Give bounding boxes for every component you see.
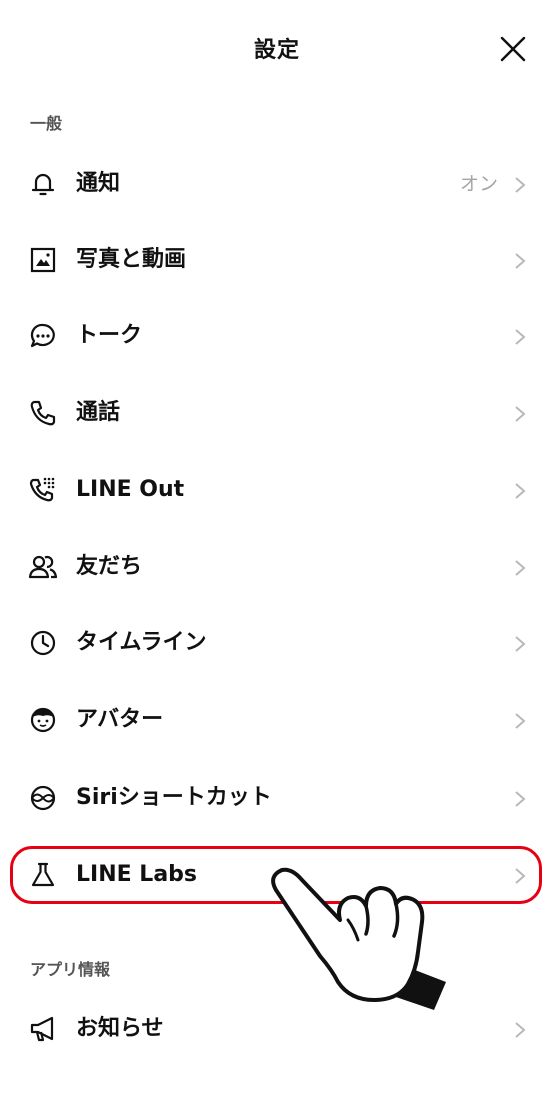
settings-item-label: LINE Out	[76, 477, 185, 502]
settings-item-friends[interactable]: 友だち	[0, 529, 554, 605]
chevron-right-icon	[514, 790, 526, 808]
settings-item-label: 通話	[76, 400, 121, 425]
phone-icon	[28, 398, 58, 428]
settings-item-label: Siriショートカット	[76, 785, 272, 810]
settings-item-label: トーク	[76, 323, 143, 348]
chevron-right-icon	[514, 252, 526, 270]
chevron-right-icon	[514, 559, 526, 577]
photo-icon	[28, 245, 58, 275]
section-label-general: 一般	[30, 114, 63, 133]
flask-icon	[28, 860, 58, 890]
chevron-right-icon	[514, 712, 526, 730]
siri-icon	[28, 783, 58, 813]
settings-item-avatar[interactable]: アバター	[0, 682, 554, 758]
friends-icon	[28, 552, 58, 582]
chat-bubble-icon	[28, 321, 58, 351]
settings-item-line-out[interactable]: LINE Out	[0, 452, 554, 528]
settings-item-label: 友だち	[76, 554, 143, 579]
section-label-app-info: アプリ情報	[30, 960, 111, 979]
chevron-right-icon	[514, 482, 526, 500]
settings-item-label: LINE Labs	[76, 862, 198, 887]
settings-item-calls[interactable]: 通話	[0, 375, 554, 451]
settings-item-label: タイムライン	[76, 630, 207, 655]
settings-item-notifications[interactable]: 通知 オン	[0, 146, 554, 222]
chevron-right-icon	[514, 328, 526, 346]
bell-icon	[28, 169, 58, 199]
chevron-right-icon	[514, 1021, 526, 1039]
settings-item-timeline[interactable]: タイムライン	[0, 605, 554, 681]
settings-item-label: お知らせ	[76, 1016, 164, 1041]
chevron-right-icon	[514, 176, 526, 194]
clock-icon	[28, 628, 58, 658]
settings-item-label: 通知	[76, 171, 121, 196]
settings-item-siri[interactable]: Siriショートカット	[0, 760, 554, 836]
megaphone-icon	[28, 1014, 58, 1044]
settings-item-label: 写真と動画	[76, 247, 187, 272]
settings-item-label: アバター	[76, 707, 164, 732]
settings-item-announcements[interactable]: お知らせ	[0, 991, 554, 1067]
avatar-face-icon	[28, 705, 58, 735]
chevron-right-icon	[514, 867, 526, 885]
page-title: 設定	[253, 38, 300, 63]
chevron-right-icon	[514, 405, 526, 423]
settings-item-talk[interactable]: トーク	[0, 298, 554, 374]
notifications-status: オン	[459, 173, 498, 195]
chevron-right-icon	[514, 635, 526, 653]
header: 設定	[0, 0, 554, 100]
settings-item-line-labs[interactable]: LINE Labs	[0, 837, 554, 913]
phone-keypad-icon	[28, 475, 58, 505]
settings-item-photos-videos[interactable]: 写真と動画	[0, 222, 554, 298]
close-icon[interactable]	[500, 36, 526, 62]
